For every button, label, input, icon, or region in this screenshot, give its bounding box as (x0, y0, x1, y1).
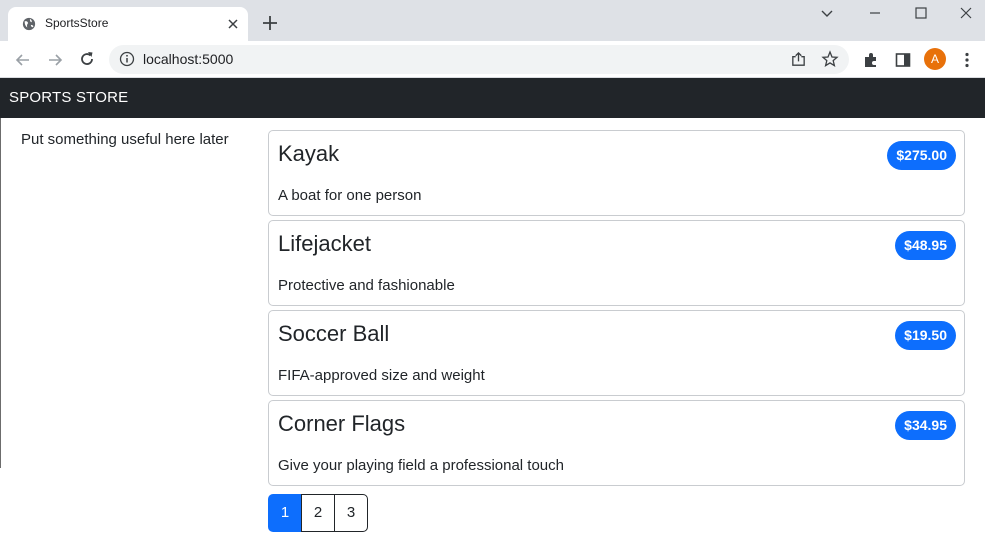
close-window-icon[interactable] (957, 4, 975, 22)
price-badge: $48.95 (895, 231, 956, 260)
side-panel-icon[interactable] (894, 51, 912, 69)
product-description: Give your playing field a professional t… (278, 457, 564, 474)
product-description: Protective and fashionable (278, 277, 455, 294)
price-badge: $34.95 (895, 411, 956, 440)
browser-toolbar: localhost:5000 A (0, 41, 985, 78)
reload-icon[interactable] (78, 50, 96, 68)
extensions-puzzle-icon[interactable] (862, 51, 880, 69)
url-text[interactable]: localhost:5000 (143, 51, 233, 67)
profile-avatar[interactable]: A (924, 48, 946, 70)
page-button-2[interactable]: 2 (301, 494, 335, 532)
product-description: FIFA-approved size and weight (278, 367, 485, 384)
product-card: Lifejacket $48.95 Protective and fashion… (268, 220, 965, 306)
page-button-1[interactable]: 1 (268, 494, 302, 532)
product-card: Corner Flags $34.95 Give your playing fi… (268, 400, 965, 486)
more-options-icon[interactable] (958, 51, 976, 69)
minimize-icon[interactable] (866, 4, 884, 22)
product-card: Soccer Ball $19.50 FIFA-approved size an… (268, 310, 965, 396)
browser-tab-strip: SportsStore (0, 0, 985, 41)
page-left-border (0, 118, 1, 468)
tab-search-chevron-icon[interactable] (818, 4, 836, 22)
product-description: A boat for one person (278, 187, 422, 204)
page-button-3[interactable]: 3 (334, 494, 368, 532)
price-badge: $19.50 (895, 321, 956, 350)
back-arrow-icon[interactable] (14, 51, 32, 69)
product-name: Lifejacket (278, 231, 371, 256)
new-tab-icon[interactable] (261, 14, 279, 32)
site-info-icon[interactable] (119, 51, 135, 67)
site-brand: SPORTS STORE (9, 89, 129, 106)
close-tab-icon[interactable] (226, 17, 240, 31)
bookmark-star-icon[interactable] (821, 50, 839, 68)
product-card: Kayak $275.00 A boat for one person (268, 130, 965, 216)
product-name: Kayak (278, 141, 340, 166)
pagination: 1 2 3 (268, 494, 368, 532)
site-navbar: SPORTS STORE (0, 78, 985, 118)
maximize-icon[interactable] (912, 4, 930, 22)
product-name: Corner Flags (278, 411, 406, 436)
address-bar[interactable]: localhost:5000 (109, 45, 849, 74)
price-badge: $275.00 (887, 141, 956, 170)
browser-tab[interactable]: SportsStore (8, 7, 248, 41)
tab-title: SportsStore (45, 16, 109, 30)
sidebar-placeholder-text: Put something useful here later (21, 131, 229, 148)
product-name: Soccer Ball (278, 321, 390, 346)
globe-icon (22, 17, 36, 31)
forward-arrow-icon[interactable] (46, 51, 64, 69)
share-icon[interactable] (790, 51, 807, 68)
